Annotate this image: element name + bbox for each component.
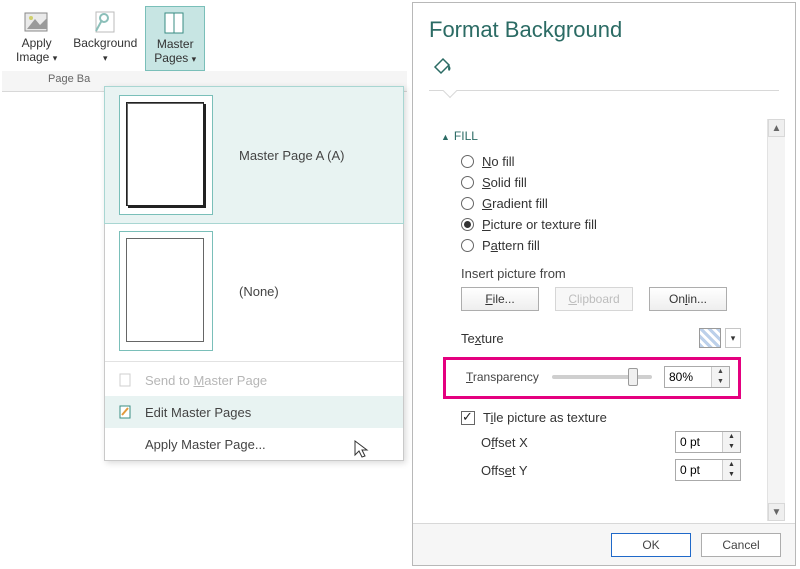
texture-swatch[interactable] <box>699 328 721 348</box>
solid-fill-radio[interactable]: Solid fill <box>441 172 743 193</box>
online-button[interactable]: Onlin... <box>649 287 727 311</box>
insert-picture-from-label: Insert picture from <box>441 256 743 287</box>
fill-category-icon[interactable] <box>413 51 795 86</box>
offset-x-label: Offset X <box>481 435 528 450</box>
apply-image-button[interactable]: ApplyImage ▾ <box>8 6 65 69</box>
file-button[interactable]: File... <box>461 287 539 311</box>
transparency-row: Transparency ▲▼ <box>443 357 741 399</box>
no-fill-radio[interactable]: No fill <box>441 151 743 172</box>
pane-title: Format Background <box>413 3 795 51</box>
offset-x-input[interactable] <box>676 432 722 452</box>
transparency-input[interactable] <box>665 367 711 387</box>
offset-y-input[interactable] <box>676 460 722 480</box>
radio-icon <box>461 239 474 252</box>
texture-label: Texture <box>461 331 504 346</box>
background-icon <box>89 8 121 36</box>
tile-checkbox-row[interactable]: Tile picture as texture <box>441 407 743 428</box>
apply-image-icon <box>21 8 53 36</box>
scrollbar[interactable]: ▲ ▼ <box>767 119 785 521</box>
scroll-up-icon[interactable]: ▲ <box>768 119 785 137</box>
offset-y-spinner[interactable]: ▲▼ <box>675 459 741 481</box>
page-thumbnail-icon <box>119 231 213 351</box>
offset-x-spinner[interactable]: ▲▼ <box>675 431 741 453</box>
edit-master-pages[interactable]: Edit Master Pages <box>105 396 403 428</box>
transparency-label: Transparency <box>466 370 539 384</box>
apply-master-page-label: Apply Master Page... <box>145 437 266 452</box>
gradient-fill-radio[interactable]: Gradient fill <box>441 193 743 214</box>
background-button[interactable]: Background▾ <box>65 6 145 69</box>
page-thumbnail-icon <box>119 95 213 215</box>
radio-icon <box>461 155 474 168</box>
cursor-icon <box>353 439 371 464</box>
radio-icon <box>461 218 474 231</box>
cancel-button[interactable]: Cancel <box>701 533 781 557</box>
master-page-item-none[interactable]: (None) <box>105 223 403 359</box>
master-pages-label: MasterPages <box>154 37 193 65</box>
edit-icon <box>117 404 135 420</box>
texture-dropdown-button[interactable]: ▾ <box>725 328 741 348</box>
picture-fill-radio[interactable]: Picture or texture fill <box>441 214 743 235</box>
radio-icon <box>461 176 474 189</box>
transparency-slider[interactable] <box>552 375 652 379</box>
master-page-item-label: (None) <box>239 284 279 299</box>
clipboard-button: Clipboard <box>555 287 633 311</box>
fill-section-header[interactable]: ▲FILL <box>441 125 743 151</box>
apply-image-label: ApplyImage <box>16 36 52 64</box>
send-to-master-page: Send to Master Page <box>105 364 403 396</box>
background-label: Background <box>73 36 137 50</box>
spin-down-icon[interactable]: ▼ <box>712 377 729 387</box>
ribbon: ApplyImage ▾ Background▾ MasterPages ▾ P… <box>2 2 407 92</box>
radio-icon <box>461 197 474 210</box>
master-pages-dropdown: Master Page A (A) (None) Send to Master … <box>104 86 404 461</box>
transparency-spinner[interactable]: ▲▼ <box>664 366 730 388</box>
pattern-fill-radio[interactable]: Pattern fill <box>441 235 743 256</box>
master-pages-icon <box>159 9 191 37</box>
spin-up-icon[interactable]: ▲ <box>712 367 729 377</box>
ok-button[interactable]: OK <box>611 533 691 557</box>
scroll-down-icon[interactable]: ▼ <box>768 503 785 521</box>
master-page-item-a[interactable]: Master Page A (A) <box>104 86 404 224</box>
master-page-item-label: Master Page A (A) <box>239 148 345 163</box>
format-background-pane: Format Background ▲ ▼ ▲FILL No fill Soli… <box>412 2 796 566</box>
pane-footer: OK Cancel <box>413 523 795 565</box>
apply-master-page[interactable]: Apply Master Page... <box>105 428 403 460</box>
offset-y-label: Offset Y <box>481 463 528 478</box>
master-pages-button[interactable]: MasterPages ▾ <box>145 6 205 71</box>
checkbox-icon <box>461 411 475 425</box>
edit-master-pages-label: Edit Master Pages <box>145 405 251 420</box>
send-icon <box>117 372 135 388</box>
